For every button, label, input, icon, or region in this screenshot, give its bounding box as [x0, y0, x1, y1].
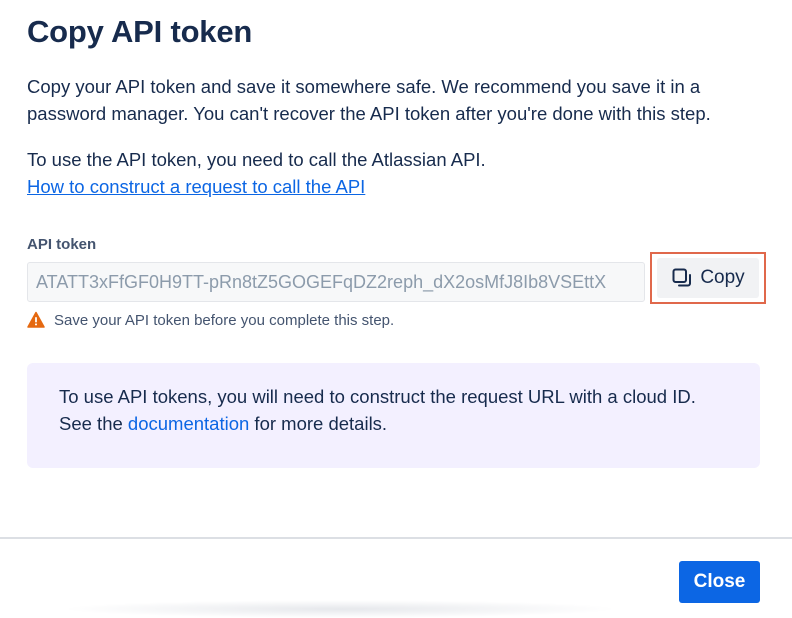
info-panel-suffix: for more details. [249, 413, 388, 434]
copy-icon [671, 267, 693, 289]
footer-divider [0, 537, 792, 539]
copy-button-label: Copy [700, 267, 745, 288]
copy-api-token-dialog: Copy API token Copy your API token and s… [0, 0, 792, 618]
api-token-label: API token [27, 236, 97, 253]
usage-text: To use the API token, you need to call t… [27, 149, 486, 170]
info-panel-prefix: See the [59, 413, 128, 434]
api-token-input[interactable] [27, 262, 645, 302]
footer-shadow [60, 600, 620, 618]
cloud-id-info-panel: To use API tokens, you will need to cons… [27, 363, 760, 468]
close-button[interactable]: Close [679, 561, 760, 603]
usage-paragraph: To use the API token, you need to call t… [27, 146, 762, 200]
dialog-title: Copy API token [27, 14, 253, 49]
construct-request-link[interactable]: How to construct a request to call the A… [27, 173, 762, 200]
info-panel-line1: To use API tokens, you will need to cons… [59, 386, 696, 407]
warning-text: Save your API token before you complete … [54, 311, 395, 329]
info-panel-line2: See the documentation for more details. [59, 410, 728, 437]
documentation-link[interactable]: documentation [128, 413, 249, 434]
copy-button[interactable]: Copy [657, 258, 759, 298]
save-token-warning: Save your API token before you complete … [27, 311, 394, 329]
warning-icon [27, 311, 45, 329]
dialog-description: Copy your API token and save it somewher… [27, 76, 711, 124]
